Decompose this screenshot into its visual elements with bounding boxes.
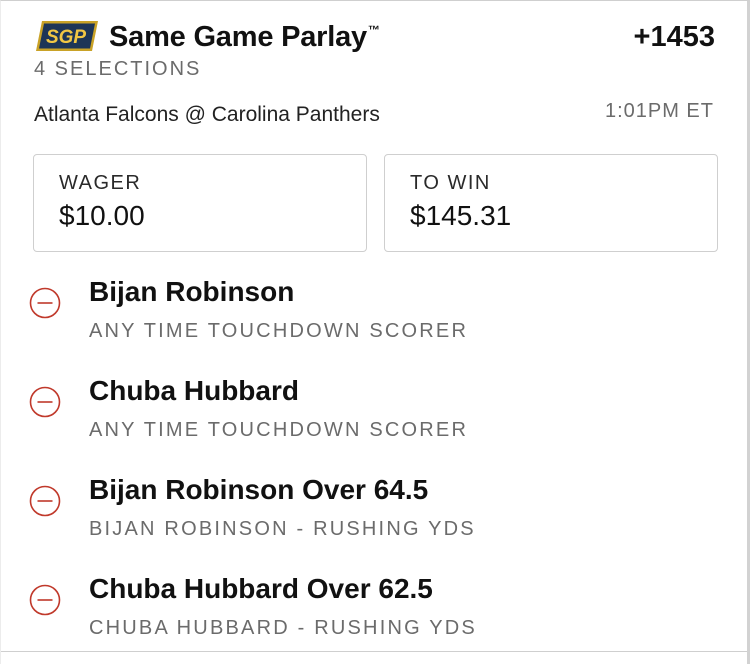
- leg-title: Chuba Hubbard Over 62.5: [89, 573, 433, 604]
- parlay-odds: +1453: [633, 21, 715, 53]
- parlay-leg: Bijan Robinson Over 64.5 BIJAN ROBINSON …: [1, 474, 741, 554]
- leg-title: Chuba Hubbard: [89, 375, 299, 406]
- wager-value[interactable]: $10.00: [59, 200, 145, 232]
- leg-title: Bijan Robinson: [89, 276, 295, 307]
- trademark-symbol: ™: [367, 23, 380, 37]
- game-time: 1:01PM ET: [604, 100, 714, 122]
- leg-market: ANY TIME TOUCHDOWN SCORER: [89, 419, 469, 441]
- parlay-leg: Bijan Robinson ANY TIME TOUCHDOWN SCORER: [1, 276, 741, 356]
- leg-title: Bijan Robinson Over 64.5: [89, 474, 429, 505]
- sgp-badge-icon: SGP: [36, 21, 98, 51]
- leg-market: BIJAN ROBINSON - RUSHING YDS: [89, 518, 476, 540]
- to-win-value: $145.31: [410, 200, 512, 231]
- minus-circle-icon[interactable]: [29, 584, 61, 616]
- minus-circle-icon[interactable]: [29, 386, 61, 418]
- game-matchup: Atlanta Falcons @ Carolina Panthers: [34, 103, 380, 126]
- wager-label: WAGER: [59, 172, 142, 194]
- selections-count: 4 SELECTIONS: [34, 58, 202, 80]
- leg-market: CHUBA HUBBARD - RUSHING YDS: [89, 617, 477, 639]
- to-win-label: TO WIN: [410, 172, 491, 194]
- parlay-leg: Chuba Hubbard Over 62.5 CHUBA HUBBARD - …: [1, 573, 741, 653]
- wager-field[interactable]: WAGER $10.00: [33, 154, 367, 252]
- minus-circle-icon[interactable]: [29, 485, 61, 517]
- parlay-title: Same Game Parlay™: [109, 21, 380, 54]
- parlay-leg: Chuba Hubbard ANY TIME TOUCHDOWN SCORER: [1, 375, 741, 455]
- parlay-title-text: Same Game Parlay: [109, 21, 367, 53]
- sgp-badge-text: SGP: [46, 27, 86, 48]
- minus-circle-icon[interactable]: [29, 287, 61, 319]
- bottom-divider: [1, 651, 747, 652]
- to-win-field: TO WIN $145.31: [384, 154, 718, 252]
- sgp-bet-slip: SGP Same Game Parlay™ +1453 4 SELECTIONS…: [0, 0, 750, 664]
- leg-market: ANY TIME TOUCHDOWN SCORER: [89, 320, 469, 342]
